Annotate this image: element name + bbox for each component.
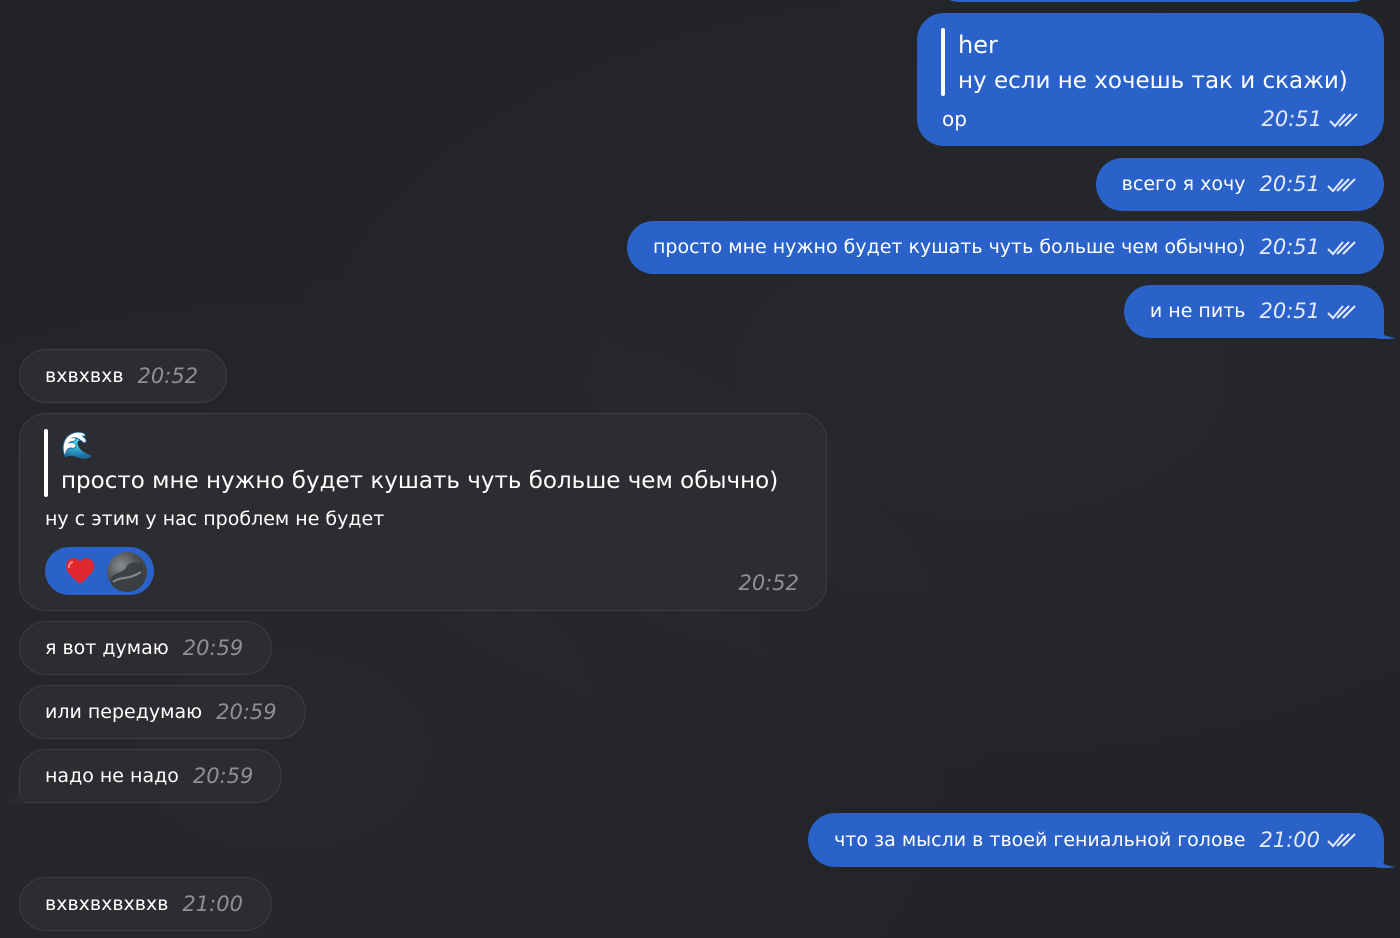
reply-quote-bar bbox=[44, 429, 48, 497]
reply-text[interactable]: просто мне нужно будет кушать чуть больш… bbox=[61, 470, 778, 493]
bubble-tail-incoming bbox=[8, 780, 29, 804]
message-time: 20:59 bbox=[182, 635, 244, 660]
message-bubble-incoming[interactable]: надо не надо 20:59 bbox=[19, 749, 283, 803]
message-bubble-incoming[interactable]: я вот думаю 20:59 bbox=[19, 621, 273, 675]
message-time: 20:59 bbox=[216, 699, 277, 724]
message-time: 20:59 bbox=[192, 763, 254, 788]
reply-quote-bar bbox=[941, 28, 945, 96]
previous-message-edge bbox=[940, 0, 1370, 2]
message-time: 20:52 bbox=[738, 571, 799, 595]
message-time: 21:00 bbox=[182, 891, 243, 916]
reaction-pill[interactable] bbox=[45, 547, 154, 595]
message-text: что за мысли в твоей гениальной голове bbox=[834, 828, 1246, 851]
message-time: 20:51 bbox=[1259, 299, 1320, 323]
reply-text[interactable]: ну если не хочешь так и скажи) bbox=[958, 70, 1348, 93]
chat-history[interactable]: her ну если не хочешь так и скажи) ор 20… bbox=[0, 0, 1400, 938]
bubble-tail-outgoing bbox=[1368, 845, 1396, 869]
bubble-tail-outgoing bbox=[1368, 316, 1396, 340]
heart-icon bbox=[66, 558, 94, 584]
double-check-icon bbox=[1327, 177, 1356, 192]
double-check-icon bbox=[1327, 833, 1356, 848]
message-time: 21:00 bbox=[1259, 827, 1320, 852]
reply-author[interactable]: her bbox=[958, 33, 998, 57]
message-bubble-incoming[interactable]: или передумаю 20:59 bbox=[19, 685, 306, 739]
message-bubble-outgoing[interactable]: просто мне нужно будет кушать чуть больш… bbox=[626, 221, 1384, 274]
message-time: 20:51 bbox=[1259, 235, 1320, 259]
message-text: и не пить bbox=[1149, 300, 1246, 322]
message-bubble-incoming[interactable]: вхвхвхв 20:52 bbox=[19, 349, 228, 403]
message-text: надо не надо bbox=[45, 764, 179, 787]
message-bubble-outgoing[interactable]: что за мысли в твоей гениальной голове 2… bbox=[808, 813, 1384, 867]
message-text: ну с этим у нас проблем не будет bbox=[45, 508, 385, 530]
message-text: или передумаю bbox=[45, 700, 203, 723]
message-text: просто мне нужно будет кушать чуть больш… bbox=[652, 236, 1246, 258]
wave-emoji-icon[interactable]: 🌊 bbox=[61, 429, 93, 463]
message-text: всего я хочу bbox=[1121, 173, 1246, 195]
double-check-icon bbox=[1327, 304, 1356, 319]
avatar bbox=[107, 552, 147, 592]
double-check-icon bbox=[1327, 240, 1356, 255]
message-bubble-incoming[interactable]: вхвхвхвхвхв 21:00 bbox=[19, 877, 272, 931]
message-bubble-incoming[interactable]: 🌊 просто мне нужно будет кушать чуть бол… bbox=[19, 413, 827, 611]
message-text: я вот думаю bbox=[45, 636, 169, 659]
message-time: 20:51 bbox=[1259, 172, 1320, 196]
message-meta: 20:51 bbox=[1247, 109, 1358, 130]
message-bubble-outgoing[interactable]: всего я хочу 20:51 bbox=[1095, 158, 1384, 211]
message-text: вхвхвхвхвхв bbox=[45, 892, 169, 915]
avatar-image bbox=[111, 562, 143, 592]
message-time: 20:51 bbox=[1261, 107, 1322, 131]
double-check-icon bbox=[1329, 112, 1358, 127]
message-text: вхвхвхв bbox=[45, 364, 124, 387]
message-text: ор bbox=[942, 107, 967, 131]
message-bubble-outgoing[interactable]: и не пить 20:51 bbox=[1123, 285, 1384, 338]
message-bubble-outgoing[interactable]: her ну если не хочешь так и скажи) ор 20… bbox=[917, 13, 1384, 146]
message-time: 20:52 bbox=[137, 363, 199, 388]
